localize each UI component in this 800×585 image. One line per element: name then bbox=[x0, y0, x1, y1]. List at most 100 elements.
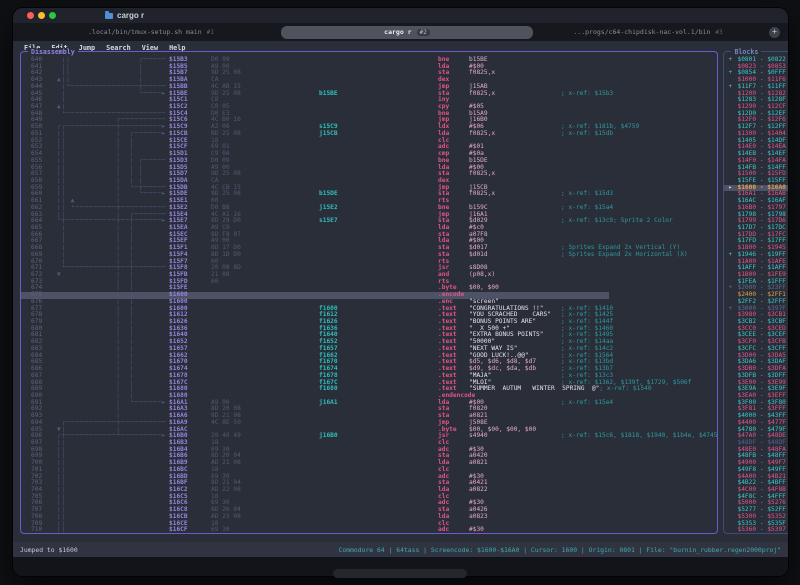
block-prefix bbox=[728, 474, 737, 481]
expand-icon: + bbox=[728, 252, 737, 259]
block-row[interactable]: $5360 - $5397 [Code] bbox=[724, 527, 788, 533]
window-title-group: cargo r bbox=[105, 11, 144, 20]
disasm-row[interactable]: 665 │ │ │ $15EAA9 C0lda#$c0 bbox=[21, 225, 717, 232]
block-range: $5360 - $5397 bbox=[737, 527, 788, 533]
branch-graph: ││ bbox=[57, 521, 169, 528]
tab-label: cargo r bbox=[384, 28, 411, 36]
disasm-row[interactable]: 708││ $16CBAD 23 08ldaa0823 bbox=[21, 514, 717, 521]
label bbox=[319, 138, 438, 145]
block-prefix bbox=[728, 487, 737, 494]
disasm-row[interactable]: 646 │ $15C1C8iny bbox=[21, 97, 717, 104]
disasm-row[interactable]: 710││ $16CF69 30adc#$30 bbox=[21, 527, 717, 533]
branch-graph: ┌┼───────────┴─────────► bbox=[57, 433, 169, 440]
block-prefix bbox=[728, 386, 737, 393]
disasm-row[interactable]: 664└┼───────────┼──┼──────►$15E78D 29 D0… bbox=[21, 218, 717, 225]
disasm-row[interactable]: 694 ┌───────────┼──────────$16A94C 8E 50… bbox=[21, 420, 717, 427]
operand: "SUMMER AUTUM WINTER SPRING @" bbox=[469, 386, 599, 393]
disasm-row[interactable]: 662││ └─────────┼──────────$15E2D0 B8j15… bbox=[21, 205, 717, 212]
operand: $00, $00 bbox=[469, 285, 561, 292]
disasm-row[interactable]: 640 ││ ┌─────$15B3D0 09bneb15BE bbox=[21, 57, 717, 64]
branch-graph: ││ │ bbox=[57, 64, 169, 71]
disasm-row[interactable]: 698││ $16B469 30adc#$30 bbox=[21, 447, 717, 454]
label bbox=[319, 487, 438, 494]
disasm-row[interactable]: 660││ │ └────►$15DE9D 25 08b15DEstaf0825… bbox=[21, 191, 717, 198]
operand: s4940 bbox=[469, 433, 561, 440]
branch-graph: │ │ bbox=[57, 373, 169, 380]
block-prefix bbox=[728, 326, 737, 333]
disasm-row[interactable]: 653││ │ │ $15CF69 01adc#$01 bbox=[21, 144, 717, 151]
hex-bytes bbox=[211, 353, 319, 360]
block-prefix bbox=[728, 521, 737, 528]
mnemonic: adc bbox=[438, 527, 469, 533]
disasm-row[interactable]: 691 │ └──────►$16A1A9 00j16A1lda#$00; x-… bbox=[21, 400, 717, 407]
disasm-row[interactable]: 689 │ │ $1680f1680.text"SUMMER AUTUM WIN… bbox=[21, 386, 717, 393]
hex-bytes bbox=[211, 339, 319, 346]
disasm-row[interactable]: 697││ $16B318clc bbox=[21, 440, 717, 447]
hex-bytes: 20 40 49 bbox=[211, 433, 319, 440]
disasm-row[interactable]: 704││ $16C2AD 22 08ldaa0822 bbox=[21, 487, 717, 494]
disasm-row[interactable]: 674 │ │ $15FE.byte$00, $00 bbox=[21, 285, 717, 292]
disasm-row[interactable]: 671 └───────────┼──┼───────$15F820 08 8D… bbox=[21, 265, 717, 272]
disasm-row[interactable]: 707││ $16C88D 26 04staa0426 bbox=[21, 507, 717, 514]
hex-bytes: 69 30 bbox=[211, 527, 319, 533]
block-prefix bbox=[728, 111, 737, 118]
block-prefix bbox=[728, 259, 737, 266]
disasm-row[interactable]: 702││ $16BD69 30adc#$30 bbox=[21, 474, 717, 481]
disasm-row[interactable]: 658││ │ │ │ $15DACAdex bbox=[21, 178, 717, 185]
disasm-row[interactable]: 706││ $16C669 30adc#$30 bbox=[21, 500, 717, 507]
branch-graph: │ │ bbox=[57, 285, 169, 292]
disasm-row[interactable]: 699││ $16B68D 20 04staa0420 bbox=[21, 453, 717, 460]
new-tab-button[interactable]: + bbox=[769, 27, 780, 38]
tab-chipdisk-bin[interactable]: ...progs/c64-chipdisk-nac-vol.1/bin #3 bbox=[533, 23, 763, 41]
disasm-row[interactable]: 709││ $16CE18clc bbox=[21, 521, 717, 528]
disasm-row[interactable]: 647▲│ $15C2C0 05cpy#$05 bbox=[21, 104, 717, 111]
disasm-row[interactable]: 701││ $16BC18clc bbox=[21, 467, 717, 474]
disasm-row[interactable]: 703││ $16BF8D 21 04staa0421 bbox=[21, 480, 717, 487]
hex-bytes bbox=[211, 386, 319, 393]
disasm-row[interactable]: 705││ $16C518clc bbox=[21, 494, 717, 501]
disasm-row[interactable]: 656││ │ │ │ $15D5A9 00lda#$00 bbox=[21, 165, 717, 172]
disasm-row[interactable]: 642 ││ │ $15B79D 25 08staf0825,x bbox=[21, 70, 717, 77]
hex-bytes bbox=[211, 292, 319, 299]
zoom-window-icon[interactable] bbox=[49, 12, 56, 19]
disasm-row[interactable]: 645 │ └────►$15BE9D 25 08b15BEstaf0825,x… bbox=[21, 91, 717, 98]
disasm-row[interactable]: 657││ │ │ │ $15D79D 25 08staf0825,x bbox=[21, 171, 717, 178]
disasm-row[interactable]: 693 │ $16A68D 21 08staa0821 bbox=[21, 413, 717, 420]
block-prefix bbox=[728, 440, 737, 447]
branch-graph: ▼ │ │ bbox=[57, 272, 169, 279]
disasm-row[interactable]: 696┌┼───────────┴─────────►$16B020 40 49… bbox=[21, 433, 717, 440]
minimize-window-icon[interactable] bbox=[38, 12, 45, 19]
tab-tmux-setup[interactable]: .local/bin/tmux-setup.sh main #1 bbox=[21, 23, 281, 41]
disasm-row[interactable]: 669 │ │ │ $15F48D 1D D0sta$d01d; Sprites… bbox=[21, 252, 717, 259]
disasm-row[interactable]: 673 │ │ $15FD60rts bbox=[21, 279, 717, 286]
disasm-row[interactable]: 655││ │ │ ┌─────$15D3D0 09bneb15DE bbox=[21, 158, 717, 165]
expand-icon: + bbox=[728, 57, 737, 64]
disasm-row[interactable]: 700││ $16B9AD 21 08ldaa0821 bbox=[21, 460, 717, 467]
disasm-row-cursor[interactable]: 675 │ │ $1600.encode bbox=[21, 292, 717, 299]
disasm-row[interactable]: 666 │ │ │ $15EC8D F8 07staa07F8 bbox=[21, 232, 717, 239]
disasm-row[interactable]: 648 └──────────────────────$15C4D0 E3bne… bbox=[21, 111, 717, 118]
block-prefix bbox=[728, 171, 737, 178]
branch-graph: └────────────────────── bbox=[57, 111, 169, 118]
block-prefix bbox=[728, 272, 737, 279]
disasm-row[interactable]: 652││ │ │ $15CE18clc bbox=[21, 138, 717, 145]
branch-graph: │ │ bbox=[57, 326, 169, 333]
branch-graph: ▼│ │ bbox=[57, 427, 169, 434]
label: j15CB bbox=[319, 131, 438, 138]
titlebar[interactable]: cargo r bbox=[13, 8, 788, 23]
branch-graph: │└───────────────┼───── bbox=[57, 84, 169, 91]
disasm-row[interactable]: 654││ │ │ $15D1C9 0Acmp#$0a bbox=[21, 151, 717, 158]
disasm-row[interactable]: 672▼ │ │ $15FB21 08and(p08,x) bbox=[21, 272, 717, 279]
tab-cargo-r[interactable]: cargo r #2 bbox=[281, 26, 533, 39]
close-window-icon[interactable] bbox=[27, 12, 34, 19]
disasm-row[interactable]: 670 │ │ │ $15F760rts bbox=[21, 259, 717, 266]
branch-graph: │ │ bbox=[57, 306, 169, 313]
label bbox=[319, 158, 438, 165]
disasm-row[interactable]: 641 ││ │ $15B5A9 00lda#$00 bbox=[21, 64, 717, 71]
disasm-row[interactable]: 651││ │ ┌──────►$15CBBD 25 08j15CBldaf08… bbox=[21, 131, 717, 138]
branch-graph: ││ │ │ bbox=[57, 144, 169, 151]
disasm-row[interactable]: 643▲││ │ $15BACAdex bbox=[21, 77, 717, 84]
hex-bytes: AD 22 08 bbox=[211, 487, 319, 494]
block-prefix bbox=[728, 359, 737, 366]
disasm-row[interactable]: 692 │ $16A38D 20 08staf0820 bbox=[21, 406, 717, 413]
